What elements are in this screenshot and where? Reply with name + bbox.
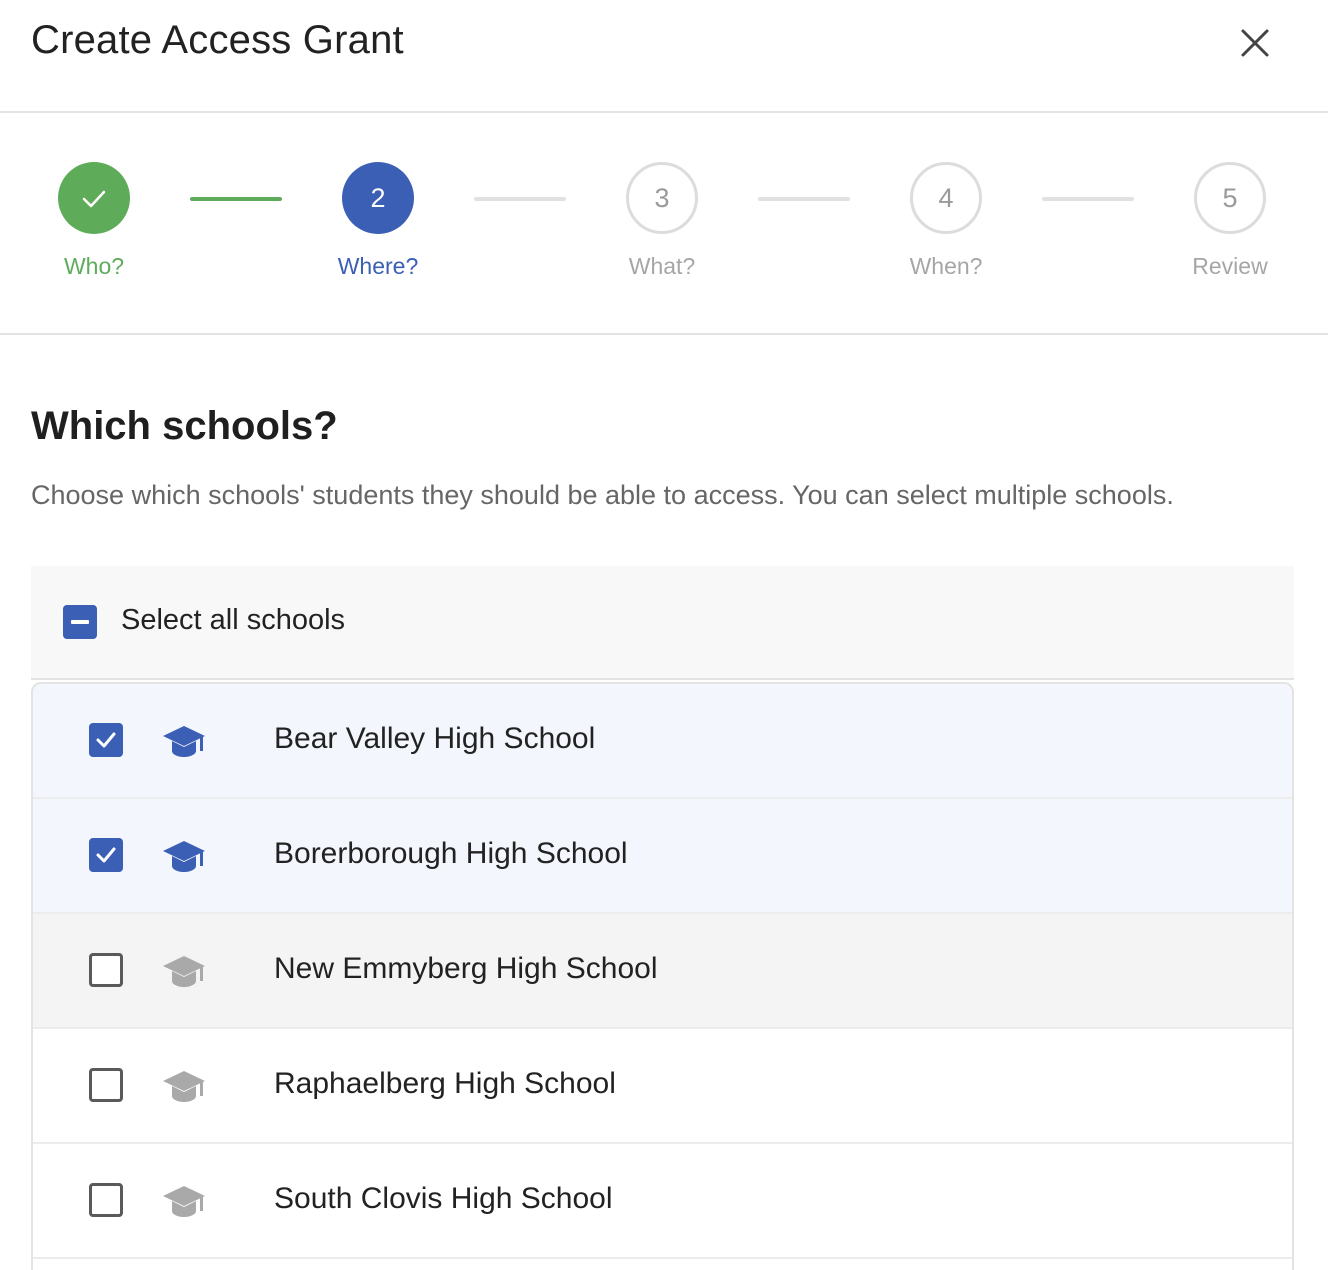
graduation-cap-icon bbox=[163, 841, 205, 872]
step-1-label: Who? bbox=[63, 253, 125, 279]
step-1-circle[interactable] bbox=[58, 162, 130, 234]
step-connector bbox=[1042, 197, 1134, 201]
school-row[interactable]: Borerborough High School bbox=[33, 799, 1292, 914]
school-name: Raphaelberg High School bbox=[274, 1067, 616, 1100]
select-all-label: Select all schools bbox=[121, 604, 346, 636]
section-description: Choose which schools' students they shou… bbox=[31, 480, 1174, 510]
step-3-circle: 3 bbox=[626, 162, 698, 234]
step-connector bbox=[758, 197, 850, 201]
school-name: Bear Valley High School bbox=[274, 722, 596, 755]
school-name: New Emmyberg High School bbox=[274, 952, 658, 985]
check-icon bbox=[82, 190, 106, 208]
school-checkbox[interactable] bbox=[89, 1183, 123, 1217]
graduation-cap-icon bbox=[163, 726, 205, 757]
check-icon bbox=[96, 847, 116, 863]
graduation-cap-icon bbox=[163, 1186, 205, 1217]
step-4-label: When? bbox=[909, 253, 983, 279]
close-button[interactable] bbox=[1232, 20, 1278, 66]
step-3-label: What? bbox=[628, 253, 696, 279]
step-5-label: Review bbox=[1192, 253, 1268, 279]
step-2-label: Where? bbox=[337, 253, 419, 279]
school-checkbox[interactable] bbox=[89, 953, 123, 987]
school-checkbox[interactable] bbox=[89, 723, 123, 757]
dialog-header: Create Access Grant bbox=[0, 0, 1328, 113]
school-row[interactable]: South Clovis High School bbox=[33, 1144, 1292, 1259]
select-all-row[interactable]: Select all schools bbox=[31, 566, 1294, 680]
graduation-cap-icon bbox=[163, 1071, 205, 1102]
select-all-checkbox[interactable] bbox=[63, 605, 97, 639]
progress-stepper: Who? 2 Where? 3 What? 4 When? 5 Review bbox=[0, 113, 1328, 335]
step-connector bbox=[190, 197, 282, 201]
school-name: Borerborough High School bbox=[274, 837, 628, 870]
school-row[interactable]: New Emmyberg High School bbox=[33, 914, 1292, 1029]
graduation-cap-icon bbox=[163, 956, 205, 987]
create-access-grant-dialog: Create Access Grant Who? 2 Where? 3 What… bbox=[0, 0, 1328, 1270]
step-connector bbox=[474, 197, 566, 201]
school-checkbox[interactable] bbox=[89, 838, 123, 872]
section-heading: Which schools? bbox=[31, 404, 338, 448]
close-icon bbox=[1241, 29, 1269, 57]
step-5-circle: 5 bbox=[1194, 162, 1266, 234]
school-list: Bear Valley High School Borerborough Hig… bbox=[31, 682, 1294, 1270]
step-4-circle: 4 bbox=[910, 162, 982, 234]
check-icon bbox=[96, 732, 116, 748]
dialog-title: Create Access Grant bbox=[31, 18, 404, 62]
school-name: South Clovis High School bbox=[274, 1182, 613, 1215]
school-checkbox[interactable] bbox=[89, 1068, 123, 1102]
step-2-circle: 2 bbox=[342, 162, 414, 234]
school-row[interactable]: Bear Valley High School bbox=[33, 684, 1292, 799]
school-row[interactable]: Raphaelberg High School bbox=[33, 1029, 1292, 1144]
